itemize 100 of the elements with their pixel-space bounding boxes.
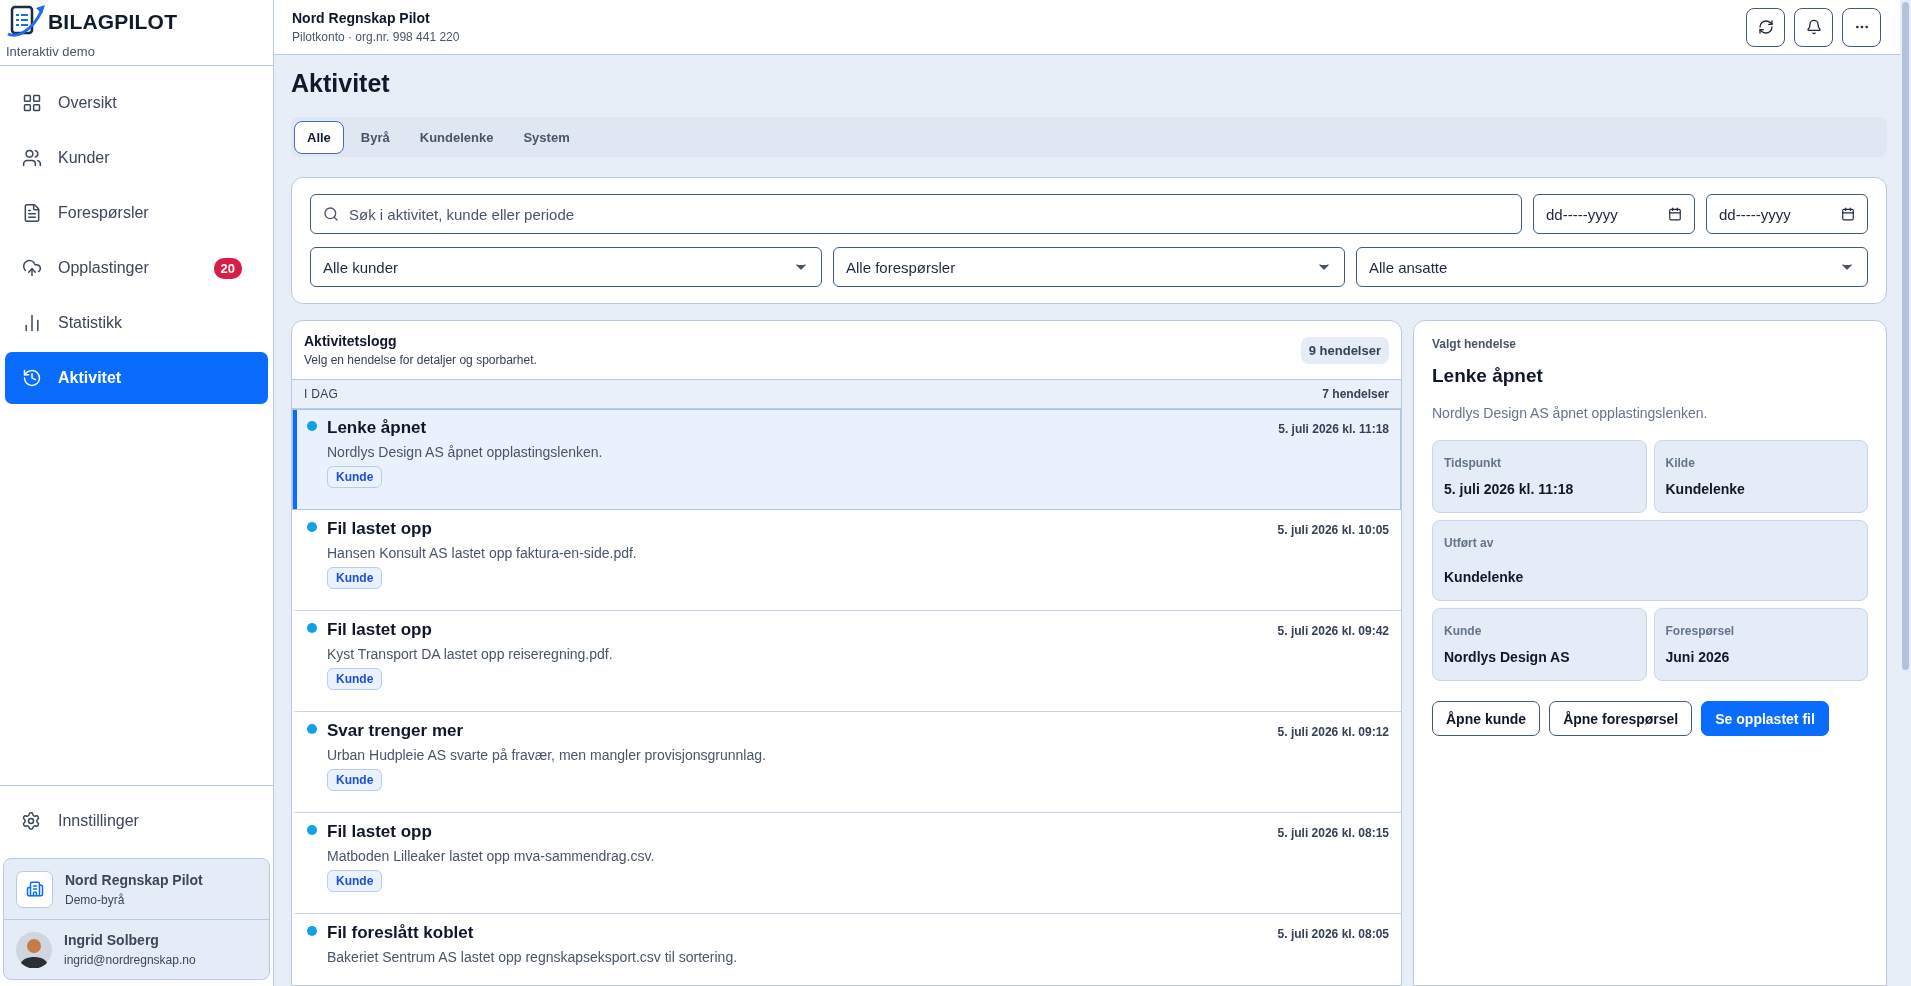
logo-icon xyxy=(6,4,46,40)
status-dot xyxy=(307,522,317,532)
event-time: 5. juli 2026 kl. 08:05 xyxy=(1277,927,1389,941)
event-time: 5. juli 2026 kl. 08:15 xyxy=(1277,826,1389,840)
dropdown[interactable]: Alle forespørsler xyxy=(833,247,1345,287)
nav-item[interactable]: Opplastinger 20 xyxy=(5,242,268,294)
search-icon xyxy=(323,206,339,222)
info-value: Kundelenke xyxy=(1444,569,1525,585)
nav-label: Kunder xyxy=(58,149,111,167)
settings-icon xyxy=(21,811,41,831)
event-time: 5. juli 2026 kl. 09:12 xyxy=(1277,725,1389,739)
info-value: Kundelenke xyxy=(1665,481,1746,497)
nav-item[interactable]: Statistikk xyxy=(5,297,268,349)
event-tag: Kunde xyxy=(327,870,383,892)
nav-item[interactable]: Oversikt xyxy=(5,77,268,129)
header-title: Nord Regnskap Pilot xyxy=(292,10,431,26)
refresh-icon xyxy=(1757,19,1774,35)
history-icon xyxy=(22,368,42,388)
event-row[interactable]: Lenke åpnet 5. juli 2026 kl. 11:18 Nordlys Design AS åpnet opplastingslenken. Kunde xyxy=(292,409,1401,510)
nav-label: Opplastinger xyxy=(58,259,150,277)
event-description: Matboden Lilleaker lastet opp mva-sammendrag.csv. xyxy=(327,848,656,864)
event-tag: Kunde xyxy=(327,567,383,589)
dropdown[interactable]: Alle ansatte xyxy=(1356,247,1868,287)
status-dot xyxy=(307,421,317,431)
info-label: Tidspunkt xyxy=(1444,456,1503,470)
status-dot xyxy=(307,926,317,936)
users-icon xyxy=(22,148,42,168)
event-title: Fil lastet opp xyxy=(327,620,432,640)
bell-icon xyxy=(1805,19,1822,35)
event-count: 9 hendelser xyxy=(1300,336,1389,364)
secondary-button[interactable]: Åpne forespørsel xyxy=(1549,701,1693,736)
log-title: Aktivitetslogg xyxy=(304,333,398,349)
event-description: Kyst Transport DA lastet opp reiseregning.pdf. xyxy=(327,646,614,662)
status-dot xyxy=(307,623,317,633)
dropdown[interactable]: Alle kunder xyxy=(310,247,822,287)
date-field[interactable]: dd-----yyyy xyxy=(1706,194,1868,234)
nav-item[interactable]: Aktivitet xyxy=(5,352,268,404)
tab[interactable]: Alle xyxy=(294,120,344,154)
org-name: Nord Regnskap Pilot xyxy=(65,871,203,888)
event-title: Fil lastet opp xyxy=(327,822,432,842)
page-title: Aktivitet xyxy=(291,69,391,98)
event-description: Bakeriet Sentrum AS lastet opp regnskapseksport.csv til sortering. xyxy=(327,949,739,965)
group-count: 7 hendelser xyxy=(1322,387,1389,401)
event-title: Svar trenger mer xyxy=(327,721,464,741)
event-tag: Kunde xyxy=(327,466,383,488)
more-button[interactable] xyxy=(1842,7,1881,47)
search-field[interactable]: Søk i aktivitet, kunde eller periode xyxy=(310,194,1522,234)
event-time: 5. juli 2026 kl. 10:05 xyxy=(1277,523,1389,537)
grid-icon xyxy=(22,93,42,113)
calendar-icon xyxy=(1668,207,1682,221)
event-title: Fil foreslått koblet xyxy=(327,923,474,943)
building-glyph-icon xyxy=(25,880,44,898)
event-description: Urban Hudpleie AS svarte på fravær, men mangler provisjonsgrunnlag. xyxy=(327,747,767,763)
info-label: Kunde xyxy=(1444,624,1483,638)
nav-label: Statistikk xyxy=(58,314,123,332)
nav-label: Aktivitet xyxy=(58,369,123,387)
event-description: Nordlys Design AS åpnet opplastingslenken. xyxy=(327,444,604,460)
primary-button[interactable]: Se opplastet fil xyxy=(1701,701,1829,736)
nav-label: Forespørsler xyxy=(58,204,150,222)
nav-item[interactable]: Forespørsler xyxy=(5,187,268,239)
brand-subtitle: Interaktiv demo xyxy=(6,44,96,59)
status-dot xyxy=(307,825,317,835)
header-subtitle: Pilotkonto · org.nr. 998 441 220 xyxy=(292,30,461,44)
detail-eyebrow: Valgt hendelse xyxy=(1432,337,1518,351)
event-title: Lenke åpnet xyxy=(327,418,427,438)
event-time: 5. juli 2026 kl. 11:18 xyxy=(1278,422,1389,436)
info-label: Forespørsel xyxy=(1665,624,1736,638)
event-tag: Kunde xyxy=(327,769,383,791)
group-label: I DAG xyxy=(304,387,339,401)
document-icon xyxy=(22,203,42,223)
tab[interactable]: System xyxy=(510,120,583,154)
log-subtitle: Velg en hendelse for detaljer og sporbarhet. xyxy=(304,353,538,367)
status-dot xyxy=(307,724,317,734)
info-label: Utført av xyxy=(1444,536,1495,550)
avatar xyxy=(16,931,52,968)
calendar-icon xyxy=(1841,207,1855,221)
secondary-button[interactable]: Åpne kunde xyxy=(1432,701,1541,736)
info-value: Nordlys Design AS xyxy=(1444,649,1571,665)
bar-chart-icon xyxy=(22,313,42,333)
event-time: 5. juli 2026 kl. 09:42 xyxy=(1277,624,1389,638)
tab[interactable]: Kundelenke xyxy=(406,120,507,154)
tab[interactable]: Byrå xyxy=(347,120,403,154)
detail-description: Nordlys Design AS åpnet opplastingslenken. xyxy=(1432,405,1709,421)
event-title: Fil lastet opp xyxy=(327,519,432,539)
count-badge: 20 xyxy=(213,257,242,279)
brand-name: BILAGPILOT xyxy=(48,10,178,34)
org-subtitle: Demo-byrå xyxy=(65,892,126,907)
event-description: Hansen Konsult AS lastet opp faktura-en-side.pdf. xyxy=(327,545,638,561)
detail-title: Lenke åpnet xyxy=(1432,365,1544,387)
nav-item[interactable]: Kunder xyxy=(5,132,268,184)
info-value: 5. juli 2026 kl. 11:18 xyxy=(1444,481,1575,497)
info-value: Juni 2026 xyxy=(1665,649,1731,665)
event-tag: Kunde xyxy=(327,668,383,690)
refresh-button[interactable] xyxy=(1746,7,1785,47)
info-label: Kilde xyxy=(1665,456,1696,470)
settings-label: Innstillinger xyxy=(58,812,140,830)
date-field[interactable]: dd-----yyyy xyxy=(1533,194,1695,234)
nav-label: Oversikt xyxy=(58,94,118,112)
settings-item[interactable]: Innstillinger xyxy=(3,800,270,842)
notifications-button[interactable] xyxy=(1794,7,1833,47)
